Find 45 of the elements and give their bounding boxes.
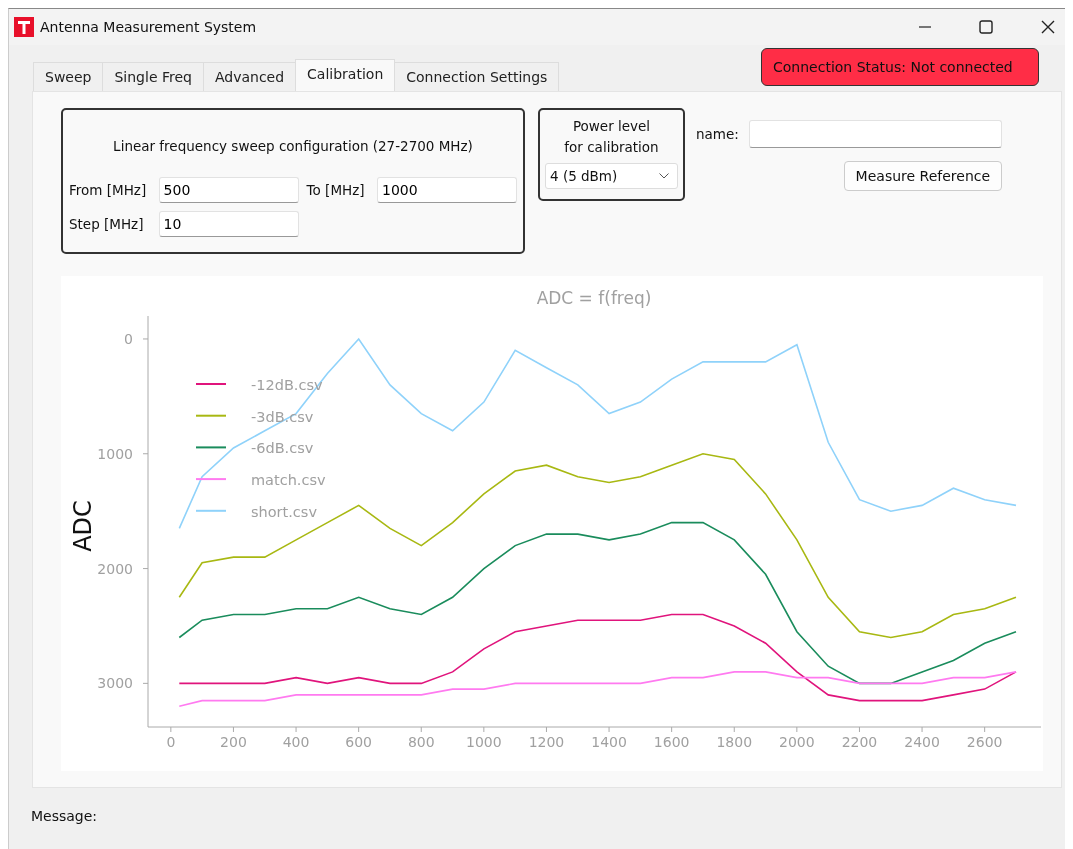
connection-status: Connection Status: Not connected (761, 48, 1039, 86)
tick-label: 1400 (591, 734, 627, 750)
tick-label: 800 (407, 734, 435, 750)
tab[interactable]: Connection Settings (394, 62, 560, 91)
tick-label: 0 (166, 734, 176, 750)
measure-reference-button[interactable]: Measure Reference (843, 161, 1002, 191)
input-field[interactable]: 500 (158, 177, 299, 203)
legend-label: -6dB.csv (251, 440, 314, 457)
input-field[interactable]: 10 (158, 211, 299, 237)
tab[interactable]: Sweep (33, 62, 104, 91)
tick-label: 0 (124, 330, 133, 347)
tick-label: 600 (345, 734, 372, 750)
window-title: Antenna Measurement System (40, 19, 257, 35)
power-level-dropdown[interactable]: 4 (5 dBm) (545, 163, 678, 189)
legend-label: short.csv (251, 503, 317, 520)
tick-label: 2000 (97, 560, 133, 577)
chart-title: ADC = f(freq) (536, 288, 652, 308)
tick-label: 1200 (528, 734, 565, 750)
chevron-down-icon (659, 173, 669, 179)
app-logo-icon (14, 17, 34, 37)
input-field[interactable]: 1000 (377, 177, 517, 203)
group-title: Power level for calibration (564, 117, 659, 157)
field-label: name: (696, 126, 739, 142)
close-icon[interactable] (1041, 20, 1055, 34)
axis-title: ADC (69, 500, 97, 552)
message-label: Message: (31, 808, 98, 824)
tick-label: 1800 (716, 734, 753, 750)
group-title: Linear frequency sweep configuration (27-2700 MHz) (112, 138, 474, 154)
tick-label: 1000 (97, 445, 133, 462)
tick-label: 3000 (97, 675, 133, 692)
tick-label: 2200 (841, 734, 878, 750)
name-input-field[interactable] (748, 120, 1002, 148)
tick-label: 2000 (779, 734, 815, 750)
tick-label: 400 (282, 734, 310, 750)
maximize-icon[interactable] (979, 20, 993, 34)
field-label: From [MHz] (69, 182, 148, 198)
tick-label: 2400 (904, 734, 940, 750)
tick-label: 1600 (653, 734, 690, 750)
legend-label: match.csv (251, 472, 326, 489)
tick-label: 200 (220, 734, 247, 750)
tick-label: 1000 (466, 734, 502, 750)
tick-label: 2600 (966, 734, 1003, 750)
field-label: To [MHz] (306, 182, 366, 198)
tab[interactable]: Calibration (295, 59, 396, 91)
field-label: Step [MHz] (69, 216, 145, 232)
